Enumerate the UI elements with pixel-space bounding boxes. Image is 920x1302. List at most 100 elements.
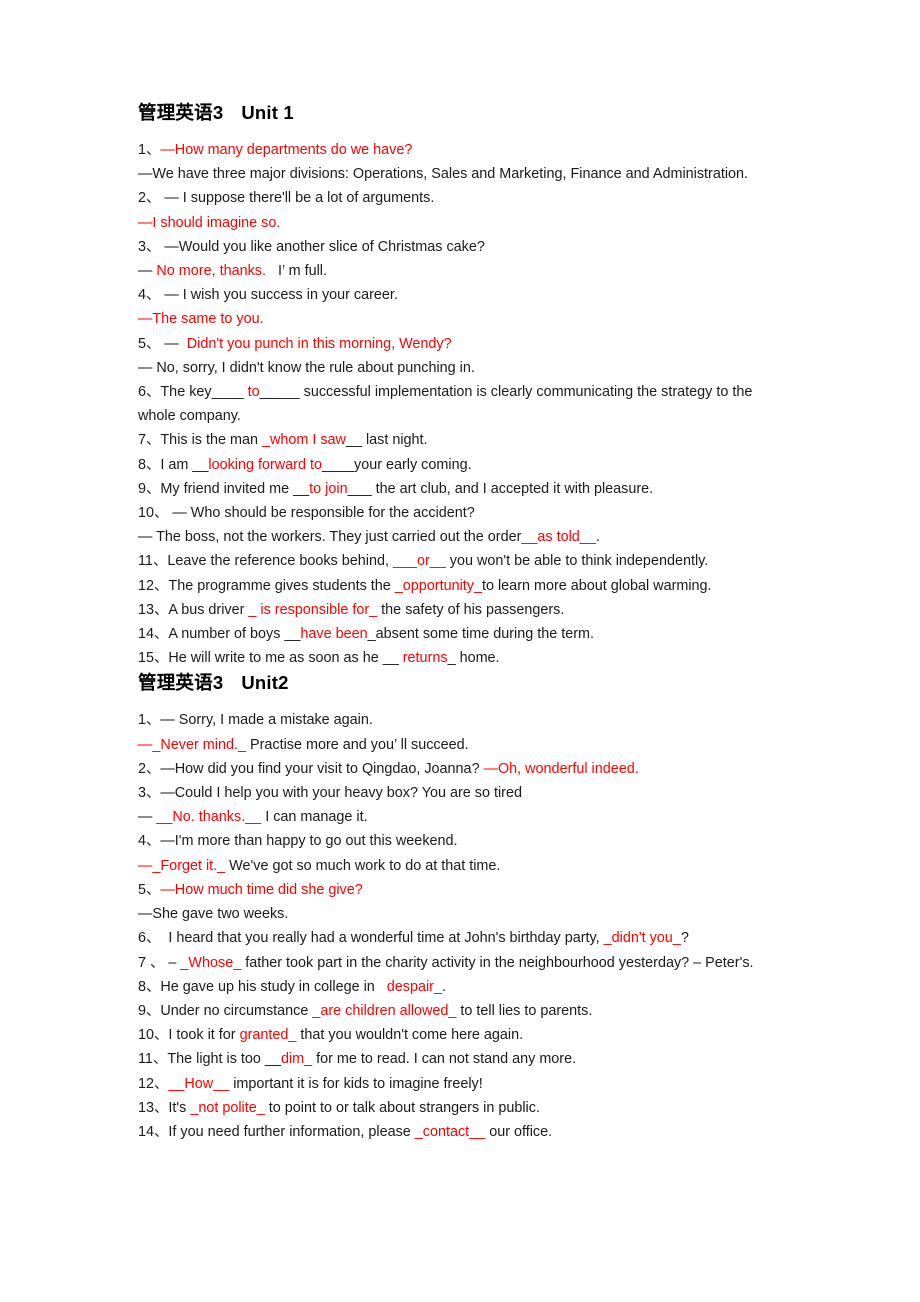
prompt-text: 10、 — Who should be responsible for the … (138, 505, 475, 522)
exercise-line: 4、—I'm more than happy to go out this we… (138, 829, 783, 853)
document-body: 管理英语3 Unit 1 1、—How many departments do w… (138, 100, 783, 1144)
prompt-text: 3、 —Would you like another slice of Chri… (138, 238, 485, 255)
prompt-text: 7 、 – (138, 954, 181, 971)
prompt-text: 14、A number of boys __ (138, 626, 301, 643)
answer-text: No more, thanks. (156, 263, 266, 280)
answer-text: looking forward to (208, 456, 322, 473)
exercise-line: 4、 — I wish you success in your career. (138, 283, 783, 307)
prompt-text: 13、It's (138, 1099, 191, 1116)
exercise-line: 9、Under no circumstance _are children al… (138, 999, 783, 1023)
unit-1-question-list: 1、—How many departments do we have? —We h… (138, 138, 783, 670)
answer-text: __How__ (168, 1075, 230, 1092)
prompt-text: 6、The key____ (138, 384, 248, 401)
exercise-line: 13、A bus driver _ is responsible for_ th… (138, 598, 783, 622)
exercise-line: 10、I took it for granted_ that you would… (138, 1023, 783, 1047)
exercise-line: 2、—How did you find your visit to Qingda… (138, 757, 783, 781)
prompt-text: 2、 — I suppose there'll be a lot of argu… (138, 190, 435, 207)
prompt-text: ___ the art club, and I accepted it with… (347, 480, 654, 497)
exercise-line: 5、—How much time did she give? (138, 878, 783, 902)
prompt-text: 1、 (138, 142, 161, 158)
answer-text: _contact__ (414, 1123, 486, 1140)
exercise-line: — The boss, not the workers. They just c… (138, 525, 783, 549)
prompt-text: our office. (485, 1123, 553, 1140)
exercise-line: 9、My friend invited me __to join___ the … (138, 477, 783, 501)
exercise-line: 2、 — I suppose there'll be a lot of argu… (138, 186, 783, 210)
exercise-line: 3、 —Would you like another slice of Chri… (138, 235, 783, 259)
section-heading-unit-2: 管理英语3 Unit2 (138, 670, 783, 697)
exercise-line: —She gave two weeks. (138, 902, 783, 926)
answer-text: _ is responsible for_ (248, 601, 378, 618)
prompt-text: 1、— Sorry, I made a mistake again. (138, 712, 373, 729)
exercise-line: — No more, thanks. I’ m full. (138, 259, 783, 283)
prompt-text: _absent some time during the term. (367, 626, 594, 643)
exercise-line: 7、This is the man _whom I saw__ last nig… (138, 428, 783, 452)
prompt-text: 8、He gave up his study in college in (138, 978, 387, 995)
prompt-text: 10、I took it for (138, 1027, 240, 1044)
answer-text: _are children allowed_ (312, 1002, 457, 1019)
prompt-text: to point to or talk about strangers in p… (264, 1099, 540, 1116)
answer-text: dim_ (280, 1051, 313, 1068)
answer-text: have been (300, 626, 368, 643)
prompt-text: 13、A bus driver (138, 601, 249, 618)
exercise-line: 6、The key____ to_____ successful impleme… (138, 380, 783, 428)
prompt-text: 9、My friend invited me __ (138, 480, 310, 497)
prompt-text: to learn more about global warming. (481, 577, 712, 594)
answer-text: Didn't you punch in this morning, Wendy? (182, 335, 452, 352)
heading-course-name: 管理英语 (138, 103, 213, 124)
prompt-text: — The boss, not the workers. They just c… (138, 529, 522, 546)
prompt-text: 3、—Could I help you with your heavy box?… (138, 785, 522, 802)
exercise-line: 13、It's _not polite_ to point to or talk… (138, 1096, 783, 1120)
exercise-line: 1、— Sorry, I made a mistake again. (138, 708, 783, 732)
prompt-text: 4、 — I wish you success in your career. (138, 287, 398, 304)
heading-level: 3 (212, 672, 224, 694)
prompt-text: father took part in the charity activity… (241, 954, 754, 971)
exercise-line: 15、He will write to me as soon as he __ … (138, 646, 783, 670)
answer-text: _not polite_ (190, 1099, 265, 1116)
prompt-text: 5、 (138, 881, 161, 898)
prompt-text: . (441, 978, 446, 995)
prompt-text: . (595, 529, 600, 546)
answer-text: ___or__ (392, 553, 446, 570)
exercise-line: 11、Leave the reference books behind, ___… (138, 549, 783, 573)
answer-text: to (247, 384, 260, 401)
section-heading-unit-1: 管理英语3 Unit 1 (138, 100, 783, 127)
prompt-text: Practise more and you’ ll succeed. (245, 736, 469, 753)
prompt-text: — (138, 809, 157, 826)
prompt-text: 7、This is the man (138, 432, 262, 449)
exercise-line: —The same to you. (138, 307, 783, 331)
prompt-text: important it is for kids to imagine free… (229, 1075, 483, 1092)
exercise-line: —_Forget it._ We've got so much work to … (138, 854, 783, 878)
answer-text: _whom I saw (261, 432, 346, 449)
prompt-text: 14、If you need further information, plea… (138, 1123, 415, 1140)
document-page: 管理英语3 Unit 1 1、—How many departments do w… (0, 0, 920, 1302)
exercise-line: 12、__How__ important it is for kids to i… (138, 1072, 783, 1096)
exercise-line: — __No. thanks.__ I can manage it. (138, 805, 783, 829)
prompt-text: 8、I am __ (138, 456, 209, 473)
exercise-line: 11、The light is too __dim_ for me to rea… (138, 1047, 783, 1071)
exercise-line: — No, sorry, I didn't know the rule abou… (138, 356, 783, 380)
prompt-text: 5、 — (138, 335, 183, 352)
exercise-line: 5、 — Didn't you punch in this morning, W… (138, 332, 783, 356)
prompt-text: 11、The light is too __ (138, 1051, 281, 1068)
prompt-text: for me to read. I can not stand any more… (312, 1051, 577, 1068)
exercise-line: 14、If you need further information, plea… (138, 1120, 783, 1144)
exercise-line: —I should imagine so. (138, 211, 783, 235)
exercise-line: —We have three major divisions: Operatio… (138, 162, 783, 186)
prompt-text: 6、 I heard that you really had a wonderf… (138, 930, 604, 947)
answer-text: —How much time did she give? (160, 881, 363, 898)
answer-text: —Oh, wonderful indeed. (483, 760, 639, 777)
prompt-text: ____your early coming. (321, 456, 472, 473)
prompt-text: 2、—How did you find your visit to Qingda… (138, 760, 484, 777)
exercise-line: 8、He gave up his study in college in des… (138, 975, 783, 999)
exercise-line: 8、I am __looking forward to____your earl… (138, 453, 783, 477)
heading-unit-label: Unit 1 (241, 102, 294, 123)
prompt-text: We've got so much work to do at that tim… (225, 857, 501, 874)
prompt-text: __ last night. (345, 432, 428, 449)
answer-text: __as told__ (521, 529, 596, 546)
answer-text: to join (309, 480, 348, 497)
answer-text: despair_ (386, 978, 442, 995)
exercise-line: 3、—Could I help you with your heavy box?… (138, 781, 783, 805)
prompt-text: 11、Leave the reference books behind, (138, 553, 393, 570)
exercise-line: 12、The programme gives students the _opp… (138, 574, 783, 598)
answer-text: _didn't you_ (603, 930, 681, 947)
